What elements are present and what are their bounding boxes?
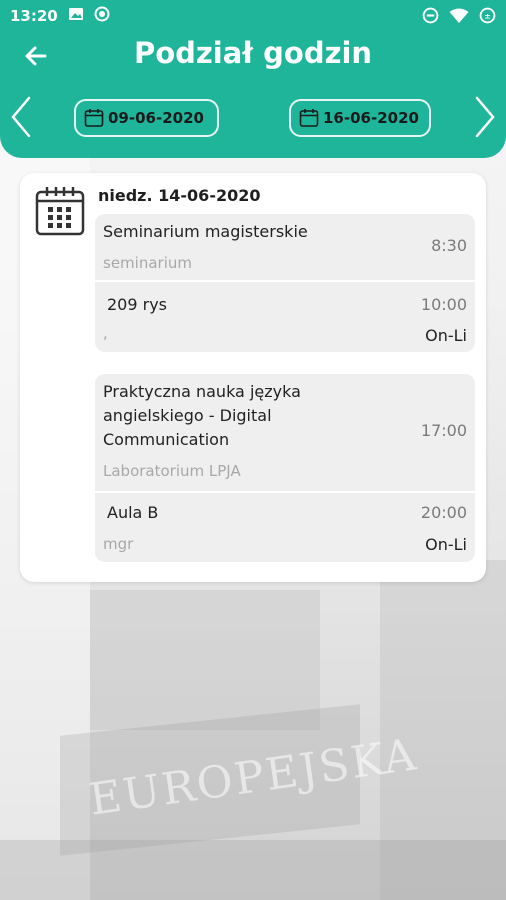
calendar-large-icon	[35, 187, 85, 236]
chevron-left-icon	[11, 96, 31, 138]
image-icon	[68, 6, 84, 26]
day-card: niedz. 14-06-2020 Seminarium magisterski…	[20, 173, 486, 582]
lesson-end-time: 10:00	[420, 295, 467, 314]
status-bar: 13:20 ±	[0, 0, 506, 32]
lesson-divider	[95, 280, 475, 282]
lesson-mode: On-Li	[425, 326, 467, 345]
svg-text:±: ±	[484, 12, 490, 21]
lesson-item[interactable]: Praktyczna nauka języka angielskiego - D…	[95, 374, 475, 562]
lesson-divider	[95, 491, 475, 493]
lesson-start-time: 8:30	[431, 236, 467, 255]
lesson-room: Aula B	[107, 503, 159, 522]
lesson-room: 209 rys	[107, 295, 168, 314]
wifi-icon	[449, 8, 469, 28]
date-to-label: 16-06-2020	[323, 109, 419, 127]
next-week-button[interactable]	[470, 94, 500, 140]
calendar-icon	[299, 109, 319, 127]
lesson-name: Seminarium magisterskie	[103, 222, 308, 241]
page-title: Podział godzin	[133, 36, 373, 70]
status-time: 13:20	[10, 7, 58, 25]
lesson-start-time: 17:00	[420, 421, 467, 440]
lesson-type: Laboratorium LPJA	[103, 462, 241, 480]
dnd-icon	[422, 7, 439, 28]
day-label: niedz. 14-06-2020	[98, 186, 261, 205]
lesson-mode: On-Li	[425, 535, 467, 554]
lesson-name: Praktyczna nauka języka angielskiego - D…	[103, 382, 301, 449]
battery-saver-icon: ±	[479, 7, 496, 28]
calendar-icon	[84, 109, 104, 127]
previous-week-button[interactable]	[6, 94, 36, 140]
chevron-right-icon	[475, 96, 495, 138]
lesson-type: seminarium	[103, 254, 192, 272]
app-header: 13:20 ± Podział godzin 09-06-2020 16-06-…	[0, 0, 506, 158]
date-from-label: 09-06-2020	[108, 109, 204, 127]
lesson-item[interactable]: Seminarium magisterskie seminarium 8:30 …	[95, 214, 475, 352]
date-to-button[interactable]: 16-06-2020	[289, 99, 431, 137]
record-icon	[94, 6, 110, 26]
lesson-end-time: 20:00	[420, 503, 467, 522]
date-from-button[interactable]: 09-06-2020	[74, 99, 219, 137]
lesson-teacher: ,	[103, 324, 108, 342]
lesson-teacher: mgr	[103, 535, 134, 553]
